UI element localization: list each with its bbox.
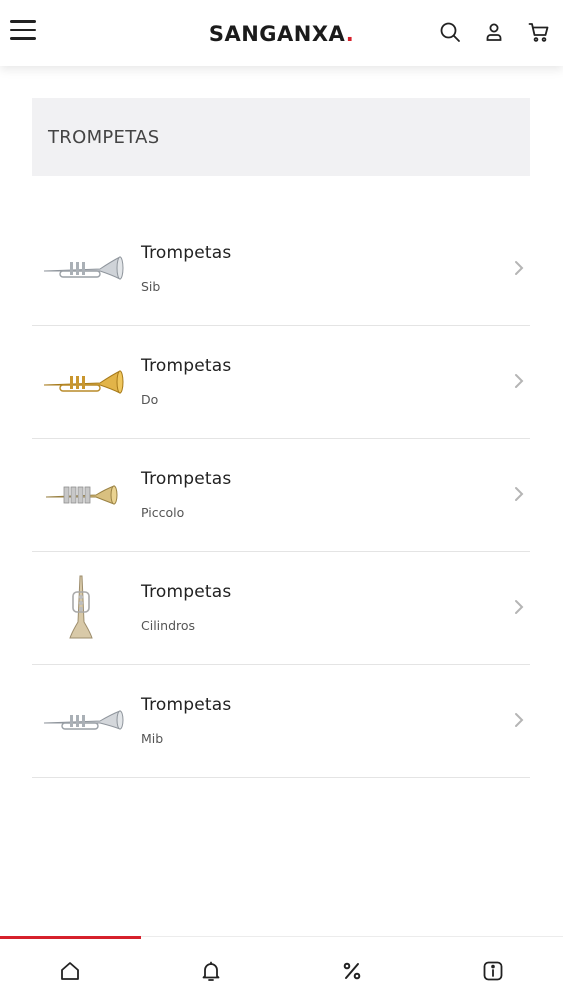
chevron-right-icon [512, 259, 526, 277]
category-list: Trompetas Sib Trompetas Do Trompetas Pic… [32, 213, 530, 778]
chevron-right-icon [512, 485, 526, 503]
item-name: Trompetas [141, 469, 232, 489]
piccolo-trumpet-image [40, 461, 124, 527]
search-icon[interactable] [438, 20, 462, 44]
cart-icon[interactable] [527, 20, 551, 44]
bell-icon[interactable] [199, 959, 223, 983]
active-tab-indicator [0, 936, 141, 939]
info-icon[interactable] [481, 959, 505, 983]
app-header: SANGANXA. [0, 0, 563, 66]
list-item[interactable]: Trompetas Sib [32, 213, 530, 326]
page-title: TROMPETAS [48, 126, 160, 148]
home-icon[interactable] [58, 959, 82, 983]
logo-dot: . [345, 22, 355, 46]
item-subtitle: Mib [141, 731, 164, 746]
item-name: Trompetas [141, 243, 232, 263]
item-subtitle: Do [141, 392, 159, 407]
silver-trumpet-image [40, 687, 124, 753]
chevron-right-icon [512, 711, 526, 729]
gold-trumpet-image [40, 348, 124, 414]
user-icon[interactable] [482, 20, 506, 44]
list-item[interactable]: Trompetas Cilindros [32, 552, 530, 665]
item-subtitle: Sib [141, 279, 161, 294]
logo-text: SANGANXA [208, 22, 346, 46]
list-item[interactable]: Trompetas Mib [32, 665, 530, 778]
chevron-right-icon [512, 372, 526, 390]
item-subtitle: Piccolo [141, 505, 185, 520]
item-name: Trompetas [141, 695, 232, 715]
logo[interactable]: SANGANXA. [0, 22, 563, 46]
chevron-right-icon [512, 598, 526, 616]
rotary-trumpet-image [40, 574, 124, 640]
list-item[interactable]: Trompetas Do [32, 326, 530, 439]
item-name: Trompetas [141, 582, 232, 602]
item-subtitle: Cilindros [141, 618, 196, 633]
bottom-nav [0, 936, 563, 1000]
item-name: Trompetas [141, 356, 232, 376]
list-item[interactable]: Trompetas Piccolo [32, 439, 530, 552]
category-title-box: TROMPETAS [32, 98, 530, 176]
silver-trumpet-image [40, 235, 124, 301]
percent-icon[interactable] [340, 959, 364, 983]
